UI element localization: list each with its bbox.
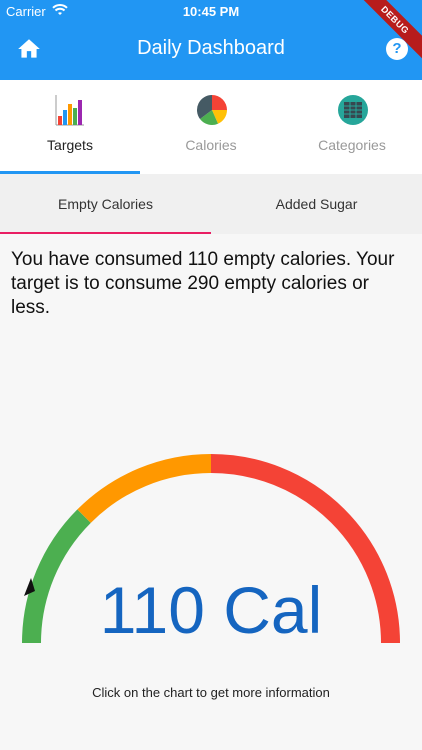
tab-targets[interactable]: Targets (0, 80, 140, 174)
tab-label: Calories (185, 137, 237, 153)
status-time: 10:45 PM (182, 4, 240, 19)
sub-tab-bar: Empty Calories Added Sugar (0, 174, 422, 234)
app-bar: Carrier 10:45 PM DEBUG Daily Dashboard ? (0, 0, 422, 80)
tab-calories[interactable]: Calories (141, 80, 281, 174)
pie-chart-icon (197, 95, 227, 125)
status-bar: Carrier 10:45 PM (0, 0, 422, 22)
main-tab-bar: Targets Calories Categories (0, 80, 422, 174)
tab-label: Targets (47, 137, 93, 153)
subtab-empty-calories[interactable]: Empty Calories (0, 174, 211, 234)
gauge-orange-segment (77, 454, 212, 523)
tab-label: Categories (318, 137, 386, 153)
consumption-message: You have consumed 110 empty calories. Yo… (11, 249, 395, 318)
subtab-added-sugar[interactable]: Added Sugar (211, 174, 422, 234)
bar-chart-icon (55, 95, 84, 126)
tab-categories[interactable]: Categories (282, 80, 422, 174)
subtab-indicator (0, 232, 211, 234)
help-icon[interactable]: ? (386, 38, 408, 60)
grid-table-icon (338, 95, 368, 125)
gauge-hint: Click on the chart to get more informati… (92, 685, 330, 700)
page-title: Daily Dashboard (137, 37, 285, 59)
gauge-value: 110 Cal (99, 573, 323, 647)
